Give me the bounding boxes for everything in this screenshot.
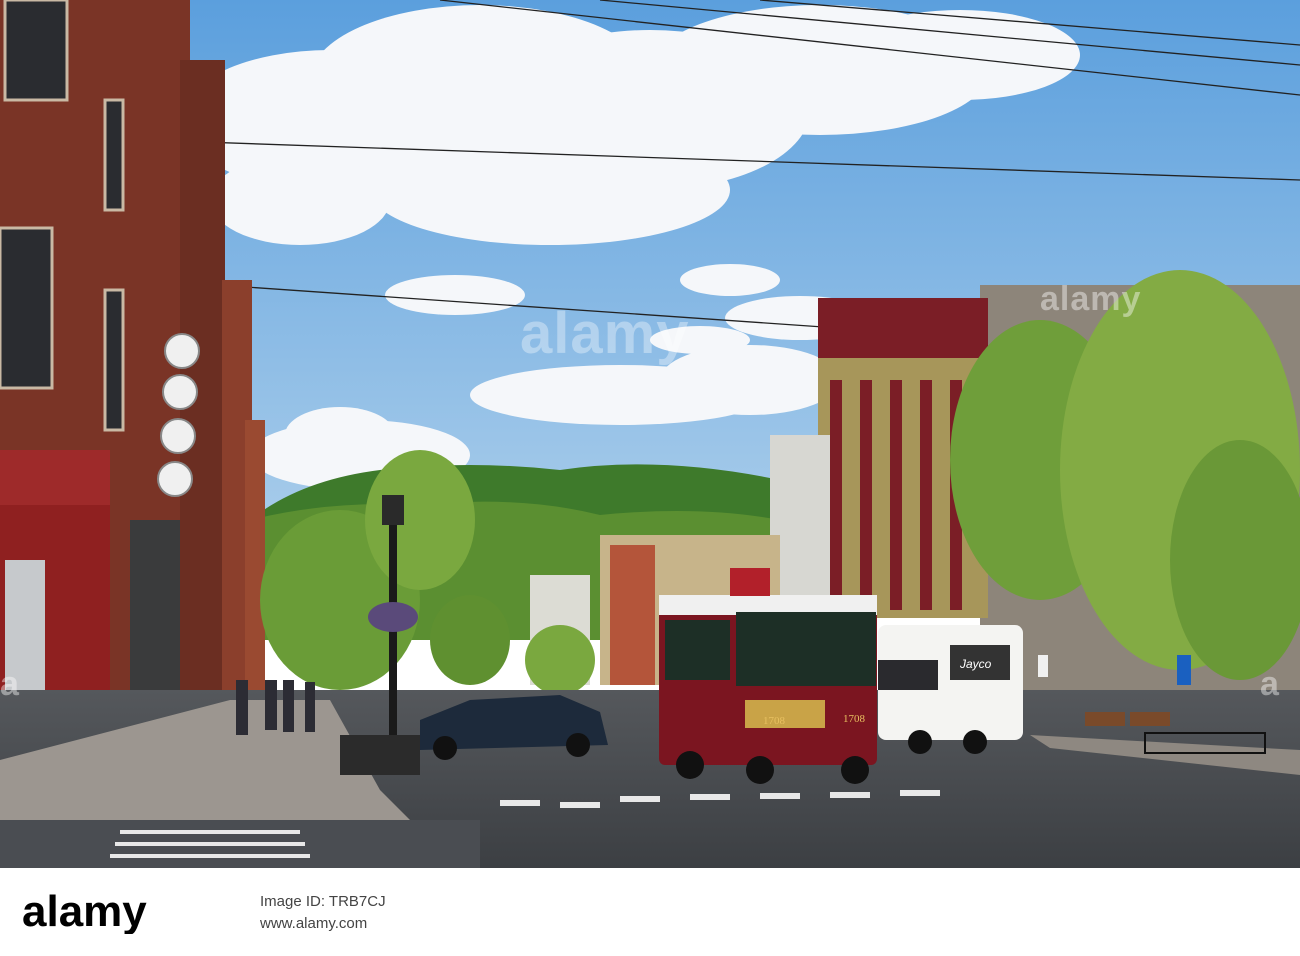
watermark-right: a <box>1260 665 1280 703</box>
trolley <box>659 568 877 784</box>
rv <box>878 625 1023 754</box>
site-url[interactable]: www.alamy.com <box>260 915 367 932</box>
alamy-logo: alamy <box>22 890 147 934</box>
rv-brand: Jayco <box>959 657 992 671</box>
image-id: Image ID: TRB7CJ <box>260 893 386 910</box>
watermark-top-right: alamy <box>1040 280 1142 318</box>
street-photo: 1708 1708 Jayco alamy alamy a a <box>0 0 1300 868</box>
trolley-number-front: 1708 <box>843 713 866 725</box>
alamy-logo-text: alamy <box>22 890 147 934</box>
footer-band: alamy Image ID: TRB7CJ www.alamy.com <box>0 868 1300 956</box>
watermark-main: alamy <box>520 301 690 366</box>
watermark-left: a <box>0 665 20 703</box>
trolley-number-side: 1708 <box>763 715 786 727</box>
